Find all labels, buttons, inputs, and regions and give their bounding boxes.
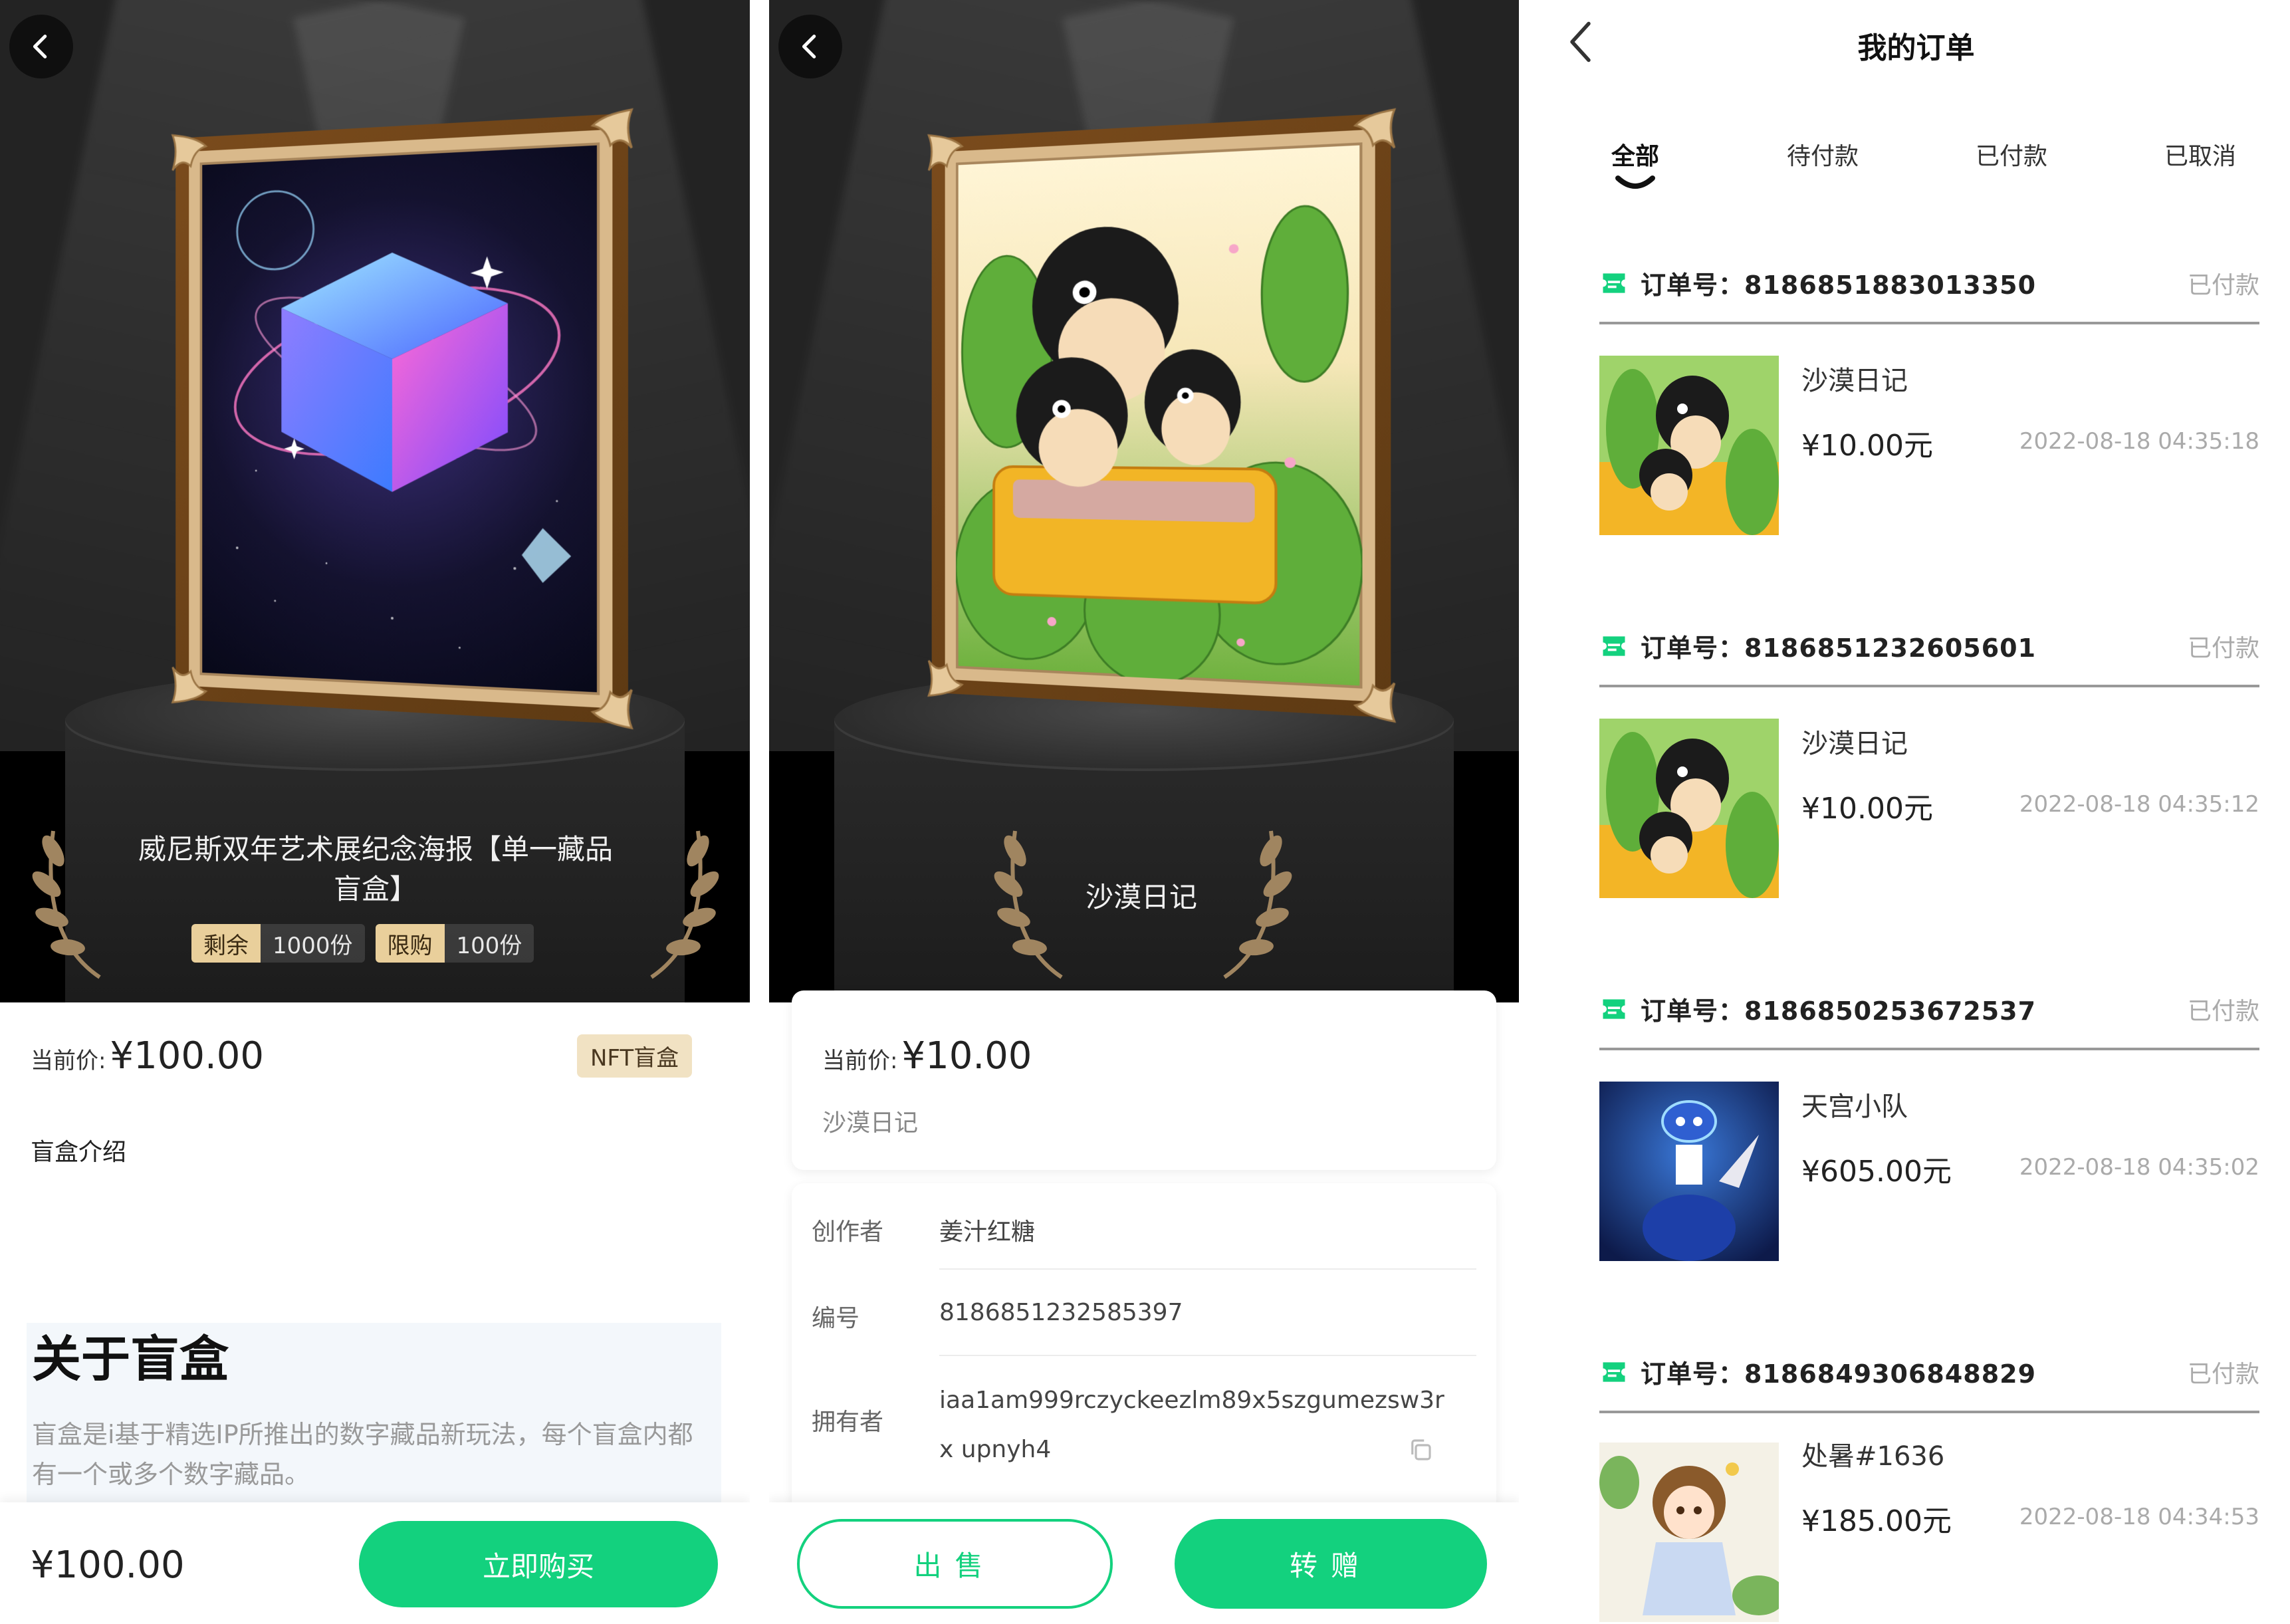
copy-icon[interactable] bbox=[1407, 1436, 1434, 1464]
sell-button[interactable]: 出售 bbox=[797, 1519, 1113, 1609]
order-number: 订单号：8186851883013350 bbox=[1641, 271, 2037, 300]
intro-label: 盲盒介绍 bbox=[31, 1139, 127, 1166]
order-thumbnail bbox=[1599, 1082, 1779, 1261]
current-price: 当前价: ¥100.00 bbox=[31, 1034, 265, 1078]
order-item-name: 沙漠日记 bbox=[1801, 729, 1908, 759]
order-thumbnail bbox=[1599, 1443, 1779, 1622]
tab-cancelled[interactable]: 已取消 bbox=[2164, 137, 2236, 172]
back-arrow-icon bbox=[802, 35, 816, 58]
artwork-frame bbox=[175, 113, 628, 724]
order-time: 2022-08-18 04:35:02 bbox=[2019, 1154, 2259, 1181]
order-thumbnail bbox=[1599, 356, 1779, 535]
hero-stage: 威尼斯双年艺术展纪念海报【单一藏品盲盒】 剩余 1000份 限购 100份 bbox=[0, 0, 750, 1002]
info-card: 创作者 姜汁红糖 编号 8186851232585397 拥有者 iaa1am9… bbox=[792, 1183, 1496, 1529]
order-number: 订单号：8186851232605601 bbox=[1641, 634, 2037, 663]
order-number: 订单号：8186850253672537 bbox=[1641, 996, 2037, 1026]
laurel-left-icon bbox=[32, 830, 101, 979]
tab-paid[interactable]: 已付款 bbox=[1976, 137, 2047, 172]
blindbox-detail-screen: 威尼斯双年艺术展纪念海报【单一藏品盲盒】 剩余 1000份 限购 100份 当前… bbox=[0, 0, 750, 1624]
order-item-price: ¥10.00元 bbox=[1801, 429, 1933, 463]
order-time: 2022-08-18 04:35:12 bbox=[2019, 791, 2259, 818]
desert-diary-artwork bbox=[945, 129, 1375, 702]
order-item-price: ¥10.00元 bbox=[1801, 792, 1933, 826]
order-thumbnail bbox=[1599, 719, 1779, 898]
page-title: 我的订单 bbox=[1857, 31, 1975, 65]
back-button[interactable] bbox=[778, 15, 842, 78]
order-status: 已付款 bbox=[2187, 272, 2259, 299]
order-status: 已付款 bbox=[2187, 635, 2259, 662]
about-title: 关于盲盒 bbox=[32, 1331, 229, 1388]
owner-row: 拥有者 iaa1am999rczyckeezlm89x5szgumezsw3rx… bbox=[812, 1387, 1444, 1464]
order-ticket-icon bbox=[1603, 273, 1625, 293]
order-ticket-icon bbox=[1603, 636, 1625, 656]
order-item-name: 处暑#1636 bbox=[1801, 1441, 1945, 1472]
limit-badge: 限购 100份 bbox=[375, 924, 534, 963]
order-time: 2022-08-18 04:35:18 bbox=[2019, 428, 2259, 455]
order-ticket-icon bbox=[1603, 1361, 1625, 1382]
hero-stage: 沙漠日记 bbox=[769, 0, 1519, 1002]
frame-corner-icon bbox=[572, 666, 635, 731]
frame-corner-icon bbox=[170, 648, 224, 709]
price-card: 当前价: ¥10.00 沙漠日记 bbox=[792, 990, 1496, 1170]
order-number: 订单号：8186849306848829 bbox=[1641, 1359, 2037, 1389]
order-item-price: ¥185.00元 bbox=[1801, 1504, 1952, 1538]
frame-corner-icon bbox=[926, 641, 980, 702]
order-status: 已付款 bbox=[2187, 1361, 2259, 1388]
tab-all[interactable]: 全部 bbox=[1611, 137, 1659, 172]
order-status: 已付款 bbox=[2187, 998, 2259, 1025]
creator-row: 创作者 姜汁红糖 bbox=[812, 1218, 1036, 1246]
gift-button[interactable]: 转赠 bbox=[1175, 1519, 1487, 1609]
my-orders-screen: 我的订单 全部 待付款 已付款 已取消 订单号：8186851883013350… bbox=[1542, 0, 2290, 1624]
buy-now-button[interactable]: 立即购买 bbox=[359, 1521, 718, 1607]
about-text: 盲盒是i基于精选IP所推出的数字藏品新玩法，每个盲盒内都有一个或多个数字藏品。 bbox=[32, 1420, 693, 1489]
order-time: 2022-08-18 04:34:53 bbox=[2019, 1504, 2259, 1530]
bottom-price: ¥100.00 bbox=[31, 1544, 185, 1587]
order-item-price: ¥605.00元 bbox=[1801, 1155, 1952, 1189]
serial-row: 编号 8186851232585397 bbox=[812, 1299, 1183, 1332]
frame-corner-icon bbox=[572, 106, 635, 171]
order-item-name: 沙漠日记 bbox=[1801, 366, 1908, 396]
laurel-right-icon bbox=[650, 830, 719, 979]
hero-title: 沙漠日记 bbox=[1085, 881, 1197, 913]
back-arrow-icon bbox=[33, 35, 47, 58]
remaining-badge: 剩余 1000份 bbox=[191, 924, 365, 963]
frame-corner-icon bbox=[926, 129, 980, 189]
hero-title: 威尼斯双年艺术展纪念海报【单一藏品盲盒】 bbox=[138, 833, 613, 905]
frame-corner-icon bbox=[1334, 659, 1398, 725]
active-tab-indicator bbox=[1615, 175, 1655, 189]
frame-corner-icon bbox=[1334, 106, 1398, 171]
collectible-detail-screen: 沙漠日记 当前价: ¥10.00 沙漠日记 创作者 姜汁红糖 编号 818685… bbox=[769, 0, 1519, 1624]
order-item-name: 天宫小队 bbox=[1801, 1092, 1908, 1122]
stock-badges: 剩余 1000份 限购 100份 bbox=[191, 924, 534, 963]
back-button[interactable] bbox=[9, 15, 73, 78]
nft-tag: NFT盲盒 bbox=[577, 1034, 693, 1078]
tab-pending[interactable]: 待付款 bbox=[1787, 137, 1859, 172]
order-ticket-icon bbox=[1603, 998, 1625, 1019]
blindbox-artwork bbox=[189, 129, 613, 709]
frame-corner-icon bbox=[170, 129, 224, 189]
current-price: 当前价: ¥10.00 bbox=[822, 1034, 1032, 1078]
item-name: 沙漠日记 bbox=[822, 1109, 919, 1137]
artwork-frame bbox=[932, 113, 1391, 717]
